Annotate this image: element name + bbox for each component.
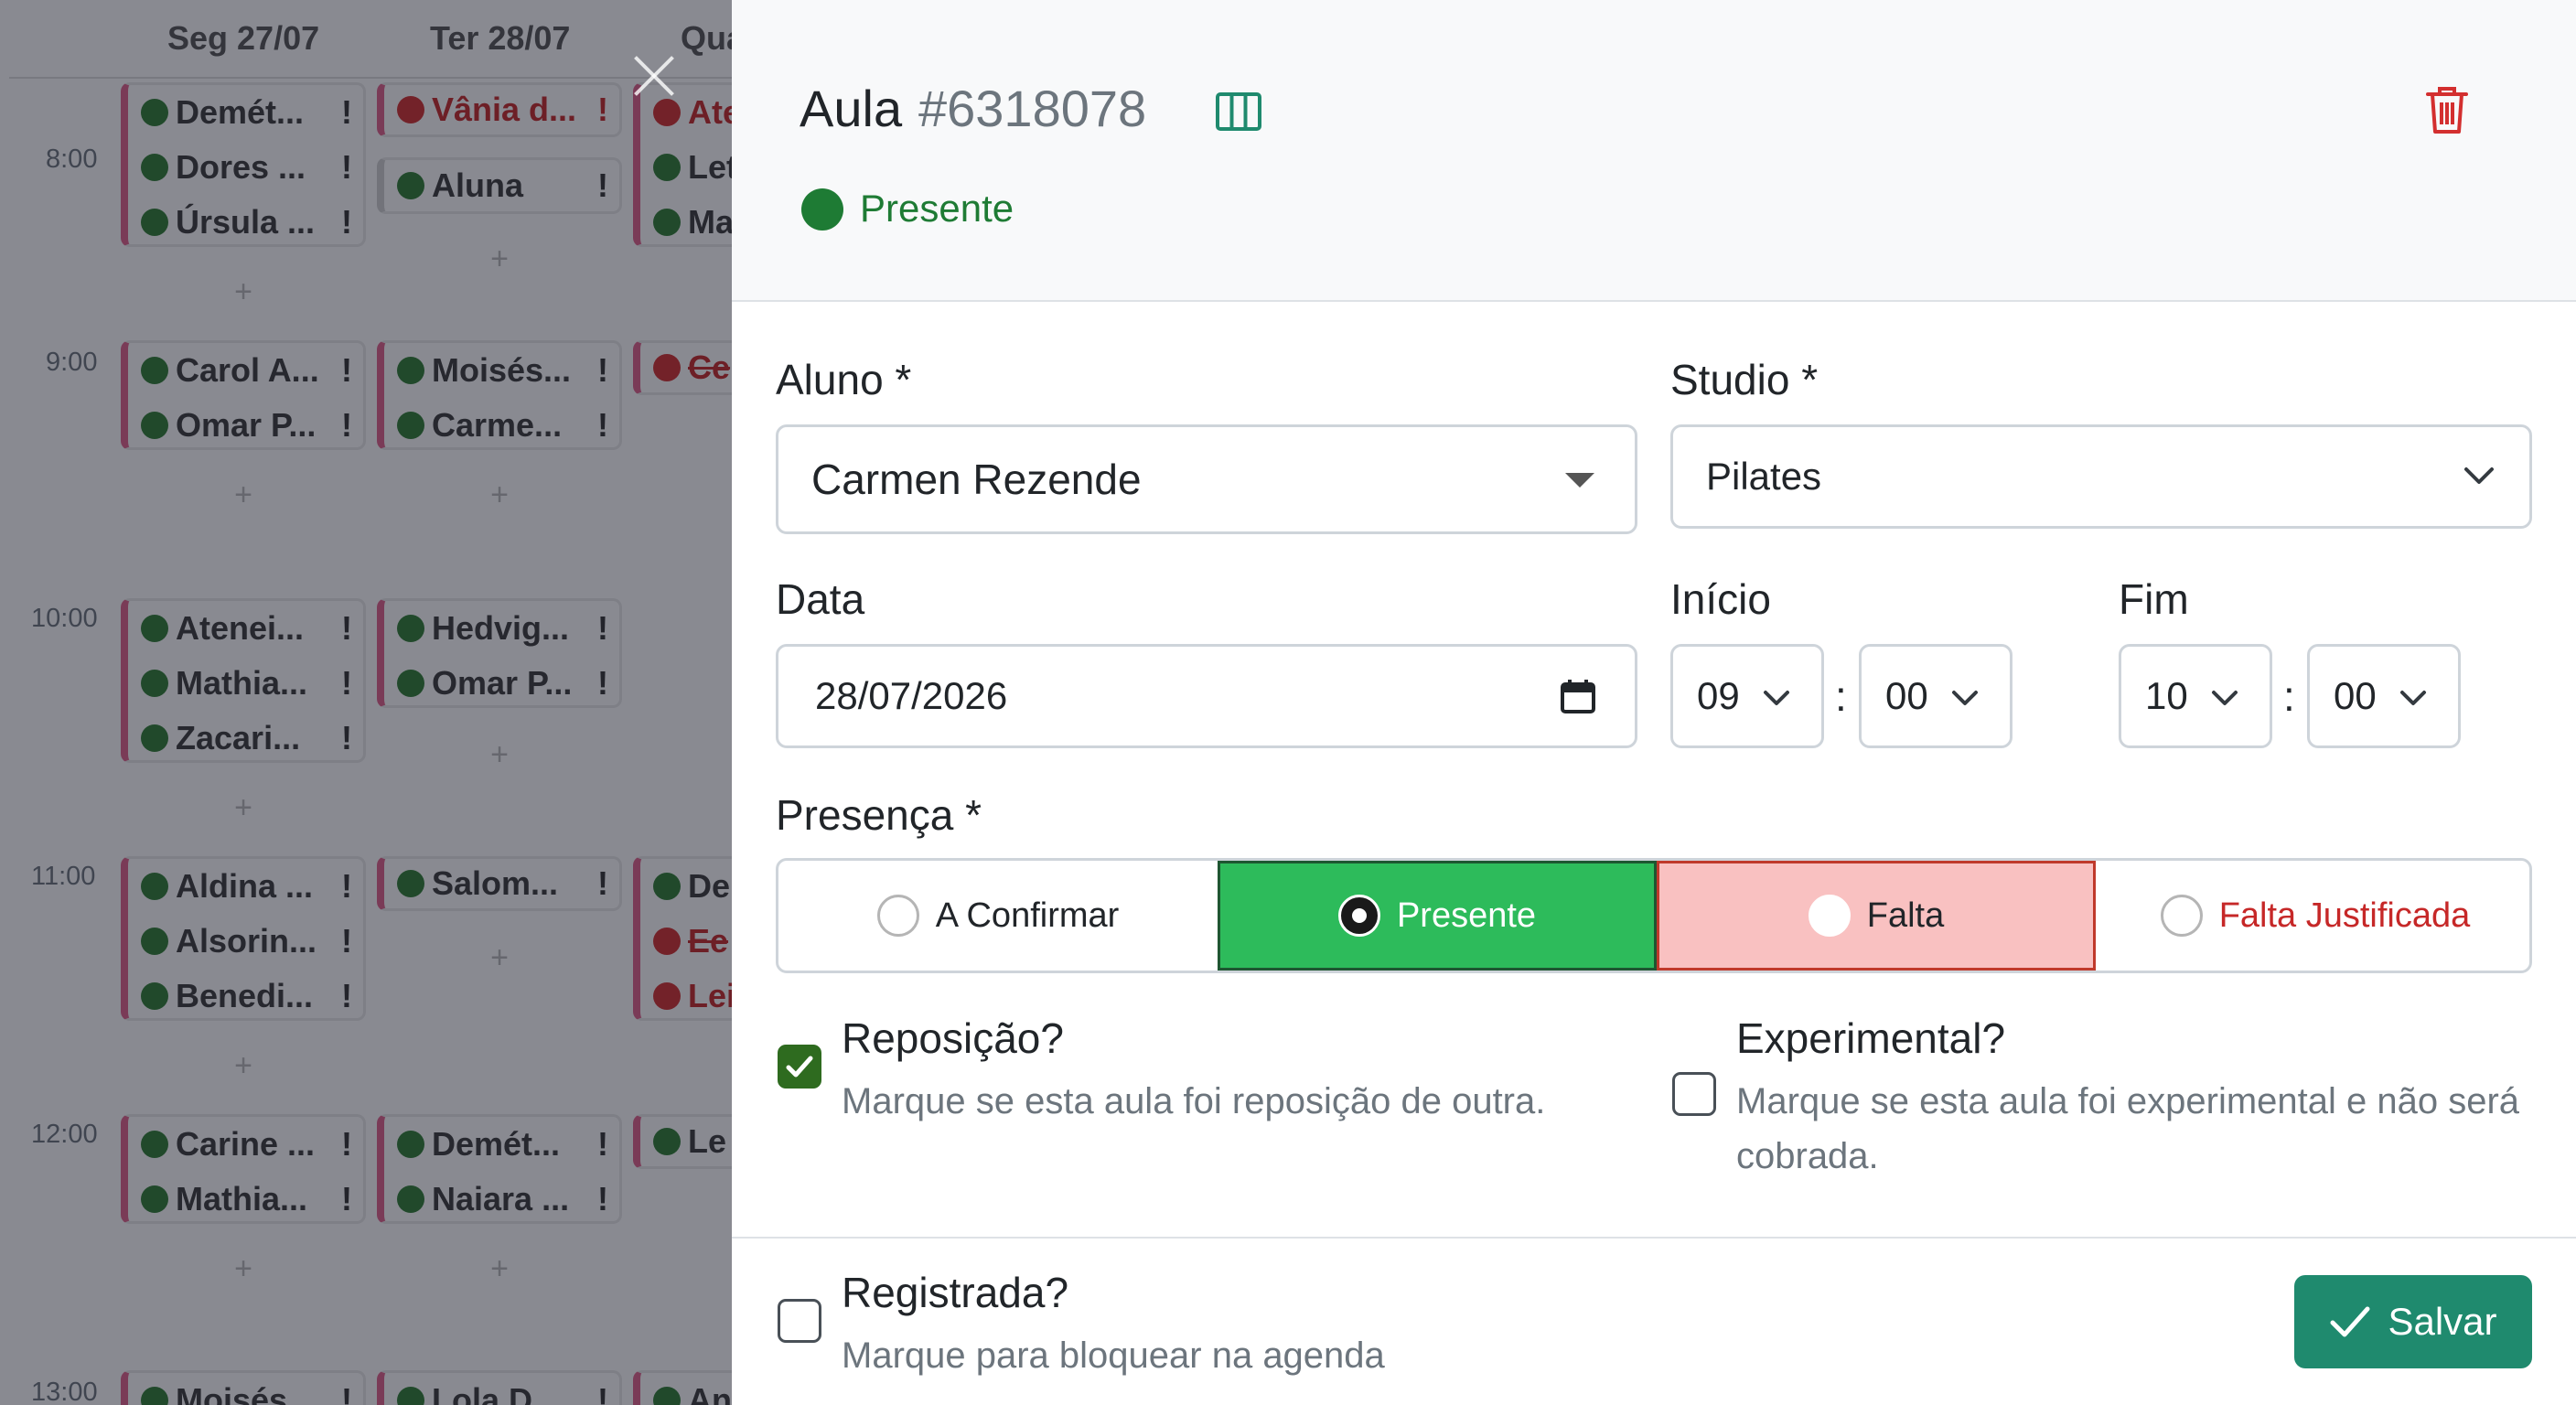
aluno-value: Carmen Rezende: [811, 456, 1142, 503]
registrada-label: Registrada?: [842, 1269, 1069, 1316]
aluno-select[interactable]: Carmen Rezende: [776, 424, 1637, 534]
chevron-down-icon: [2400, 691, 2426, 705]
fim-hour-value: 10: [2145, 674, 2188, 717]
option-label: Presente: [1396, 896, 1537, 935]
date-value: 28/07/2026: [815, 674, 1008, 717]
radio-icon: [876, 895, 919, 937]
columns-icon[interactable]: [1215, 91, 1262, 132]
chevron-down-icon: [1764, 691, 1789, 705]
studio-value: Pilates: [1706, 455, 1822, 498]
studio-label: Studio *: [1670, 356, 1819, 403]
date-input[interactable]: 28/07/2026: [776, 644, 1637, 748]
radio-selected-icon: [1337, 895, 1380, 937]
presenca-segmented-control: A Confirmar Presente Falta Falta Justifi…: [776, 858, 2532, 973]
calendar-background: Seg 27/07 Ter 28/07 Qua 8:00 9:00 10:00 …: [0, 0, 732, 1405]
save-label: Salvar: [2388, 1300, 2497, 1343]
lesson-drawer: Aula #6318078 Presente Aluno * Carmen Re…: [732, 0, 2576, 1405]
time-separator: :: [1835, 672, 1847, 720]
caret-down-icon: [1565, 473, 1594, 488]
reposicao-help: Marque se esta aula foi reposição de out…: [842, 1081, 1546, 1121]
data-label: Data: [776, 575, 865, 623]
presenca-option-falta-justificada[interactable]: Falta Justificada: [2096, 861, 2529, 971]
experimental-label: Experimental?: [1736, 1014, 2006, 1062]
trash-icon[interactable]: [2424, 84, 2470, 135]
studio-select[interactable]: Pilates: [1670, 424, 2532, 529]
time-separator: :: [2283, 672, 2295, 720]
status-dot: [801, 188, 843, 231]
radio-icon: [1808, 895, 1851, 937]
registrada-help: Marque para bloquear na agenda: [842, 1335, 1385, 1376]
option-label: Falta Justificada: [2218, 896, 2471, 935]
inicio-hour-select[interactable]: 09: [1670, 644, 1824, 748]
reposicao-checkbox[interactable]: [778, 1045, 821, 1089]
presenca-option-falta[interactable]: Falta: [1657, 861, 2096, 971]
inicio-label: Início: [1670, 575, 1771, 623]
option-label: A Confirmar: [935, 896, 1120, 935]
modal-backdrop[interactable]: [0, 0, 732, 1405]
fim-hour-select[interactable]: 10: [2119, 644, 2272, 748]
inicio-minute-value: 00: [1885, 674, 1928, 717]
chevron-down-icon: [2464, 467, 2494, 484]
app-root: Seg 27/07 Ter 28/07 Qua 8:00 9:00 10:00 …: [0, 0, 2576, 1405]
presenca-option-a-confirmar[interactable]: A Confirmar: [778, 861, 1218, 971]
status-text: Presente: [860, 187, 1014, 230]
lesson-id: #6318078: [918, 80, 1147, 137]
check-icon: [786, 1056, 813, 1078]
fim-minute-select[interactable]: 00: [2307, 644, 2461, 748]
calendar-icon[interactable]: [1560, 678, 1596, 714]
experimental-help: Marque se esta aula foi experimental e n…: [1736, 1081, 2520, 1176]
save-button[interactable]: Salvar: [2294, 1275, 2532, 1368]
close-icon[interactable]: [631, 53, 677, 99]
option-label: Falta: [1866, 896, 1945, 935]
aluno-label: Aluno *: [776, 356, 912, 403]
experimental-checkbox[interactable]: [1672, 1072, 1716, 1116]
inicio-hour-value: 09: [1697, 674, 1740, 717]
footer-divider: [732, 1237, 2576, 1239]
presenca-label: Presença *: [776, 791, 982, 839]
inicio-minute-select[interactable]: 00: [1859, 644, 2012, 748]
chevron-down-icon: [1952, 691, 1978, 705]
reposicao-label: Reposição?: [842, 1014, 1064, 1062]
chevron-down-icon: [2212, 691, 2238, 705]
drawer-header: Aula #6318078 Presente: [732, 0, 2576, 302]
drawer-title: Aula: [800, 80, 903, 137]
fim-minute-value: 00: [2334, 674, 2377, 717]
registrada-checkbox[interactable]: [778, 1299, 821, 1343]
check-icon: [2330, 1306, 2370, 1337]
fim-label: Fim: [2119, 575, 2189, 623]
radio-icon: [2160, 895, 2203, 937]
presenca-option-presente[interactable]: Presente: [1218, 861, 1657, 971]
